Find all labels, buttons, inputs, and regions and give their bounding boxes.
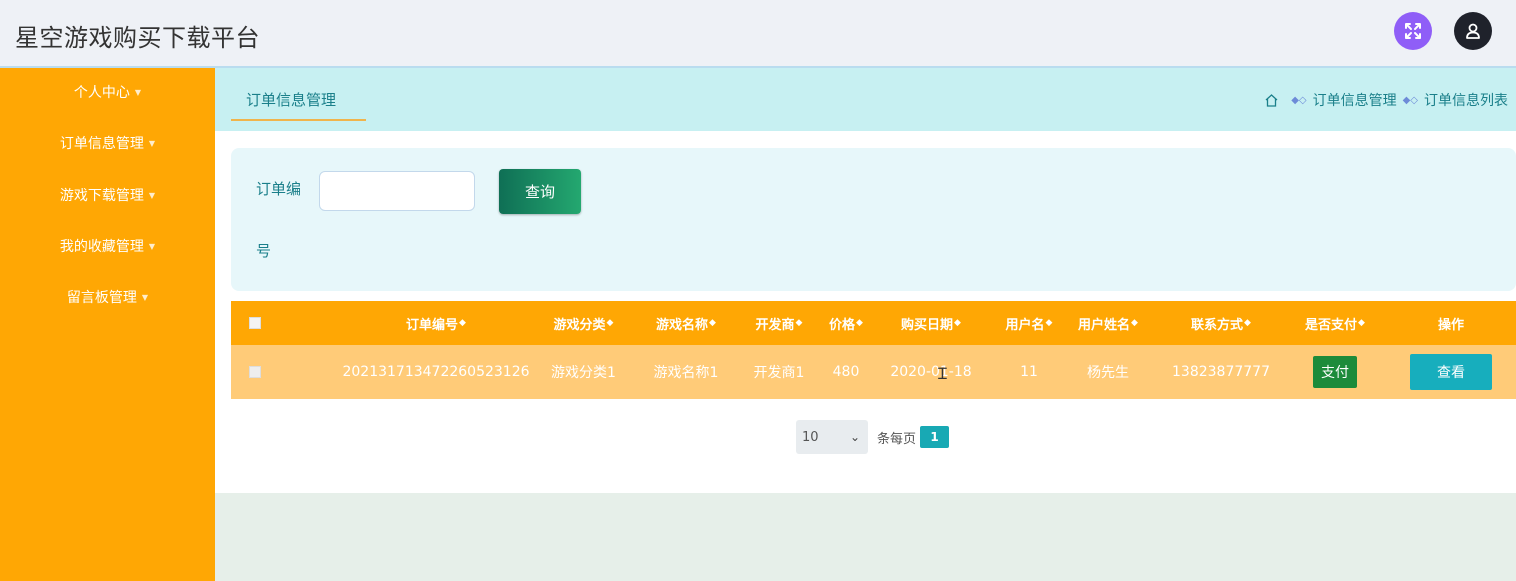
column-header-username[interactable]: 用户名 ◆ bbox=[999, 301, 1059, 345]
expand-arrows-icon bbox=[1405, 23, 1421, 39]
user-avatar-icon bbox=[1466, 23, 1480, 39]
top-header: 星空游戏购买下载平台 bbox=[0, 0, 1516, 68]
column-header-order-no[interactable]: 订单编号 ◆ bbox=[311, 301, 561, 345]
sidebar-item-order-management[interactable]: 订单信息管理 ▼ bbox=[0, 128, 215, 158]
sort-icon: ◆ bbox=[1358, 318, 1365, 328]
tab-order-management[interactable]: 订单信息管理 bbox=[231, 84, 366, 121]
sidebar-item-label: 个人中心 bbox=[73, 85, 130, 101]
cell-order-no: 20213171347226052312​6 bbox=[342, 364, 530, 380]
column-header-date[interactable]: 购买日期 ◆ bbox=[881, 301, 981, 345]
cell-date: 2020-01-18 bbox=[890, 364, 972, 380]
breadcrumb-item[interactable]: 订单信息管理 bbox=[1313, 90, 1397, 110]
select-all-checkbox[interactable] bbox=[247, 301, 263, 345]
content-panel: 订单编 号 查询 订单编号 ◆ 游戏分类 ◆ 游戏名称 ◆ 开发商 ◆ 价格 ◆ 购买日期… bbox=[215, 131, 1516, 493]
sidebar-item-label: 订单信息管理 bbox=[59, 136, 144, 152]
sidebar-item-message-board[interactable]: 留言板管理 ▼ bbox=[0, 282, 215, 312]
sort-icon: ◆ bbox=[795, 318, 803, 328]
breadcrumb: ◆◇ 订单信息管理 ◆◇ 订单信息列表 bbox=[1264, 90, 1508, 110]
cell-game-name: 游戏名称1 bbox=[653, 365, 719, 381]
main-area: 订单信息管理 ◆◇ 订单信息管理 ◆◇ 订单信息列表 订单编 号 查询 订单编号… bbox=[215, 68, 1516, 581]
page-size-select[interactable]: 10 ⌄ bbox=[796, 420, 868, 454]
row-checkbox[interactable] bbox=[247, 345, 263, 399]
cell-actions: 查看 bbox=[1409, 345, 1493, 399]
sidebar: 个人中心 ▼ 订单信息管理 ▼ 游戏下载管理 ▼ 我的收藏管理 ▼ 留言板管理 ▼ bbox=[0, 68, 215, 581]
sort-icon: ◆ bbox=[606, 318, 614, 328]
cell-username: 11 bbox=[1020, 364, 1038, 380]
table-row: 20213171347226052312​6 游戏分类1 游戏名称1 开发商1 … bbox=[231, 345, 1516, 399]
column-header-developer[interactable]: 开发商 ◆ bbox=[744, 301, 814, 345]
search-button[interactable]: 查询 bbox=[499, 169, 581, 214]
sort-icon: ◆ bbox=[709, 318, 716, 328]
caret-down-icon: ▼ bbox=[134, 87, 142, 97]
chevron-down-icon: ⌄ bbox=[849, 430, 860, 444]
column-header-phone[interactable]: 联系方式 ◆ bbox=[1166, 301, 1276, 345]
sort-icon: ◆ bbox=[459, 318, 466, 328]
sort-icon: ◆ bbox=[856, 318, 863, 328]
cell-paid: 支付 bbox=[1291, 345, 1379, 399]
column-header-paid[interactable]: 是否支付 ◆ bbox=[1291, 301, 1379, 345]
sidebar-item-label: 我的收藏管理 bbox=[59, 239, 144, 255]
view-button[interactable]: 查看 bbox=[1410, 354, 1492, 390]
app-title: 星空游戏购买下载平台 bbox=[15, 24, 260, 52]
search-panel: 订单编 号 查询 bbox=[231, 148, 1516, 291]
caret-down-icon: ▼ bbox=[148, 190, 156, 200]
sidebar-item-personal-center[interactable]: 个人中心 ▼ bbox=[0, 77, 215, 107]
tab-bar: 订单信息管理 ◆◇ 订单信息管理 ◆◇ 订单信息列表 bbox=[215, 68, 1516, 131]
sidebar-item-label: 留言板管理 bbox=[66, 290, 137, 306]
breadcrumb-item-current: 订单信息列表 bbox=[1424, 93, 1508, 109]
sort-icon: ◆ bbox=[954, 318, 961, 328]
separator-icon: ◆◇ bbox=[1291, 94, 1307, 106]
per-page-label: 条每页 bbox=[877, 431, 917, 447]
fullscreen-button[interactable] bbox=[1394, 12, 1432, 50]
sidebar-item-favorites-management[interactable]: 我的收藏管理 ▼ bbox=[0, 231, 215, 261]
column-header-actions: 操作 bbox=[1437, 317, 1464, 333]
caret-down-icon: ▼ bbox=[141, 292, 149, 302]
text-cursor-icon: Ɪ bbox=[938, 364, 947, 383]
sort-icon: ◆ bbox=[1244, 318, 1251, 328]
cell-phone: 13823877777 bbox=[1172, 364, 1270, 380]
home-icon[interactable] bbox=[1264, 93, 1279, 108]
order-no-input[interactable] bbox=[319, 171, 475, 211]
column-header-price[interactable]: 价格 ◆ bbox=[819, 301, 873, 345]
sort-icon: ◆ bbox=[1045, 318, 1053, 328]
column-header-game-name[interactable]: 游戏名称 ◆ bbox=[641, 301, 731, 345]
cell-developer: 开发商1 bbox=[753, 365, 805, 381]
table-header-row: 订单编号 ◆ 游戏分类 ◆ 游戏名称 ◆ 开发商 ◆ 价格 ◆ 购买日期 ◆ 用户名 ◆ 用户… bbox=[231, 301, 1516, 345]
cell-category: 游戏分类1 bbox=[551, 365, 616, 381]
pay-button[interactable]: 支付 bbox=[1313, 356, 1357, 388]
pagination: 10 ⌄ 条每页 1 bbox=[796, 420, 950, 454]
order-no-label: 订单编 号 bbox=[256, 180, 302, 260]
sidebar-item-label: 游戏下载管理 bbox=[59, 188, 144, 204]
sort-icon: ◆ bbox=[1131, 318, 1138, 328]
order-table: 订单编号 ◆ 游戏分类 ◆ 游戏名称 ◆ 开发商 ◆ 价格 ◆ 购买日期 ◆ 用户名 ◆ 用户… bbox=[231, 301, 1516, 399]
caret-down-icon: ▼ bbox=[148, 241, 156, 251]
page-number-button[interactable]: 1 bbox=[920, 426, 950, 448]
separator-icon: ◆◇ bbox=[1402, 94, 1418, 106]
column-header-real-name[interactable]: 用户姓名 ◆ bbox=[1069, 301, 1147, 345]
cell-real-name: 杨先生 bbox=[1087, 365, 1129, 381]
cell-price: 480 bbox=[832, 364, 860, 380]
caret-down-icon: ▼ bbox=[148, 138, 156, 148]
user-menu-button[interactable] bbox=[1454, 12, 1492, 50]
column-header-category[interactable]: 游戏分类 ◆ bbox=[541, 301, 626, 345]
sidebar-item-download-management[interactable]: 游戏下载管理 ▼ bbox=[0, 180, 215, 210]
